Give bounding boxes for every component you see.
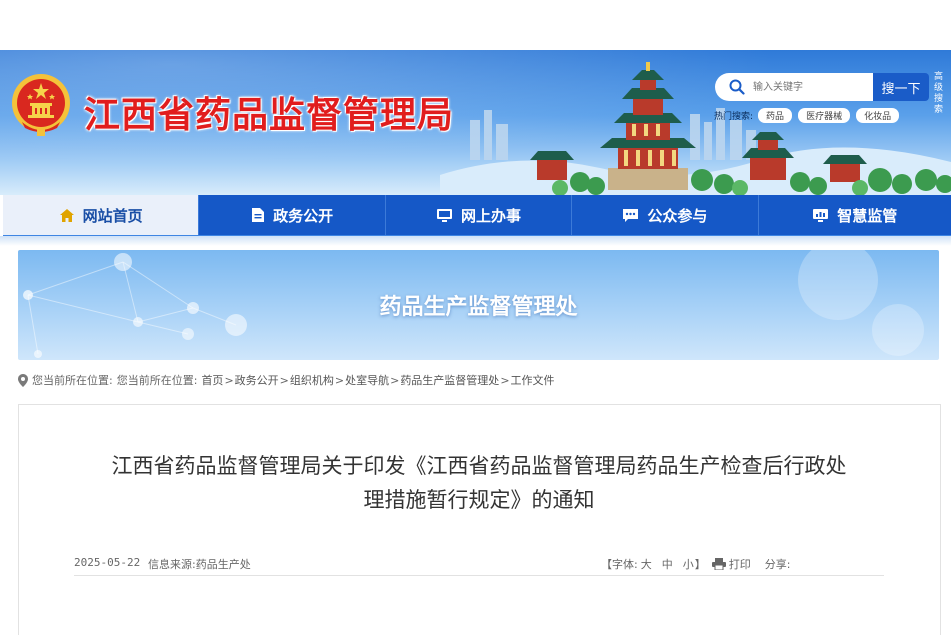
hot-search-tag[interactable]: 药品 <box>758 108 793 123</box>
document-icon <box>252 208 265 222</box>
hot-search-tag[interactable]: 医疗器械 <box>798 108 851 123</box>
article-panel: 江西省药品监督管理局关于印发《江西省药品监督管理局药品生产检查后行政处 理措施暂… <box>18 404 941 635</box>
national-emblem-icon <box>12 74 70 136</box>
breadcrumb-item-current[interactable]: 工作文件 <box>511 372 555 388</box>
hot-search-label: 热门搜索: <box>714 112 754 122</box>
breadcrumb: 您当前所在位置: 您当前所在位置: 首页 > 政务公开 > 组织机构 > 处室导… <box>18 372 555 388</box>
home-icon <box>59 208 74 222</box>
nav-item-smart-supervision[interactable]: 智慧监管 <box>759 195 951 235</box>
font-size-medium-button[interactable]: 中 <box>662 556 673 572</box>
location-pin-icon <box>18 373 28 387</box>
breadcrumb-separator: > <box>279 373 289 387</box>
breadcrumb-separator: > <box>334 373 345 387</box>
article-meta: 2025-05-22 信息来源:药品生产处 【字体: 大 中 小 】 打印 分享… <box>74 553 884 576</box>
article-title-line: 江西省药品监督管理局关于印发《江西省药品监督管理局药品生产检查后行政处 <box>111 454 847 478</box>
breadcrumb-separator: > <box>390 373 400 387</box>
department-title: 药品生产监督管理处 <box>379 295 578 320</box>
publish-date: 2025-05-22 <box>74 556 141 569</box>
nav-item-label: 智慧监管 <box>837 206 898 225</box>
info-source: 信息来源:药品生产处 <box>148 558 251 571</box>
article-title: 江西省药品监督管理局关于印发《江西省药品监督管理局药品生产检查后行政处 理措施暂… <box>79 449 879 517</box>
print-icon[interactable] <box>711 558 726 570</box>
search-input[interactable] <box>751 80 865 94</box>
nav-item-label: 公众参与 <box>647 206 708 225</box>
print-button[interactable]: 打印 <box>729 556 751 572</box>
font-size-label-close: 】 <box>694 558 706 571</box>
main-nav: 网站首页 政务公开 网上办事 公众参与 智慧监管 <box>3 195 951 238</box>
nav-item-public-participation[interactable]: 公众参与 <box>572 195 759 235</box>
breadcrumb-lead: 您当前所在位置: <box>32 374 113 387</box>
breadcrumb-separator: > <box>224 373 234 387</box>
nav-item-online-services[interactable]: 网上办事 <box>386 195 573 235</box>
chat-icon <box>623 208 639 222</box>
search-box <box>715 73 873 101</box>
monitor-icon <box>436 208 452 222</box>
breadcrumb-item-home[interactable]: 首页 <box>201 372 223 388</box>
nav-item-label: 政务公开 <box>273 206 334 225</box>
font-size-large-button[interactable]: 大 <box>641 556 652 572</box>
hot-search-row: 热门搜索: 药品 医疗器械 化妆品 <box>714 108 905 123</box>
nav-item-label: 网站首页 <box>82 206 143 225</box>
breadcrumb-separator: > <box>500 373 510 387</box>
font-size-label-open: 【字体: <box>601 558 638 571</box>
breadcrumb-item[interactable]: 组织机构 <box>290 372 334 388</box>
nav-item-government-affairs[interactable]: 政务公开 <box>199 195 386 235</box>
breadcrumb-item[interactable]: 药品生产监督管理处 <box>400 372 499 388</box>
screen-chart-icon <box>813 208 829 222</box>
breadcrumb-item[interactable]: 政务公开 <box>235 372 279 388</box>
search-icon <box>729 79 745 95</box>
nav-item-label: 网上办事 <box>460 206 521 225</box>
share-label: 分享: <box>764 558 791 571</box>
site-header: 江西省药品监督管理局 输入关键字 搜一下 高级搜索 热门搜索: 药品 医疗器械 … <box>0 50 951 195</box>
search-button[interactable]: 搜一下 <box>873 73 929 101</box>
nav-item-home[interactable]: 网站首页 <box>3 195 200 235</box>
article-title-line: 理措施暂行规定》的通知 <box>363 488 595 512</box>
nav-shadow-bar <box>0 236 951 246</box>
breadcrumb-lead: 您当前所在位置: <box>116 374 198 387</box>
site-title: 江西省药品监督管理局 <box>84 95 455 136</box>
advanced-search-link[interactable]: 高级搜索 <box>934 72 951 116</box>
article-tools: 【字体: 大 中 小 】 打印 分享: <box>601 556 796 572</box>
hot-search-tag[interactable]: 化妆品 <box>856 108 900 123</box>
department-banner: 药品生产监督管理处 <box>18 250 939 360</box>
breadcrumb-item[interactable]: 处室导航 <box>345 372 389 388</box>
font-size-small-button[interactable]: 小 <box>683 556 694 572</box>
